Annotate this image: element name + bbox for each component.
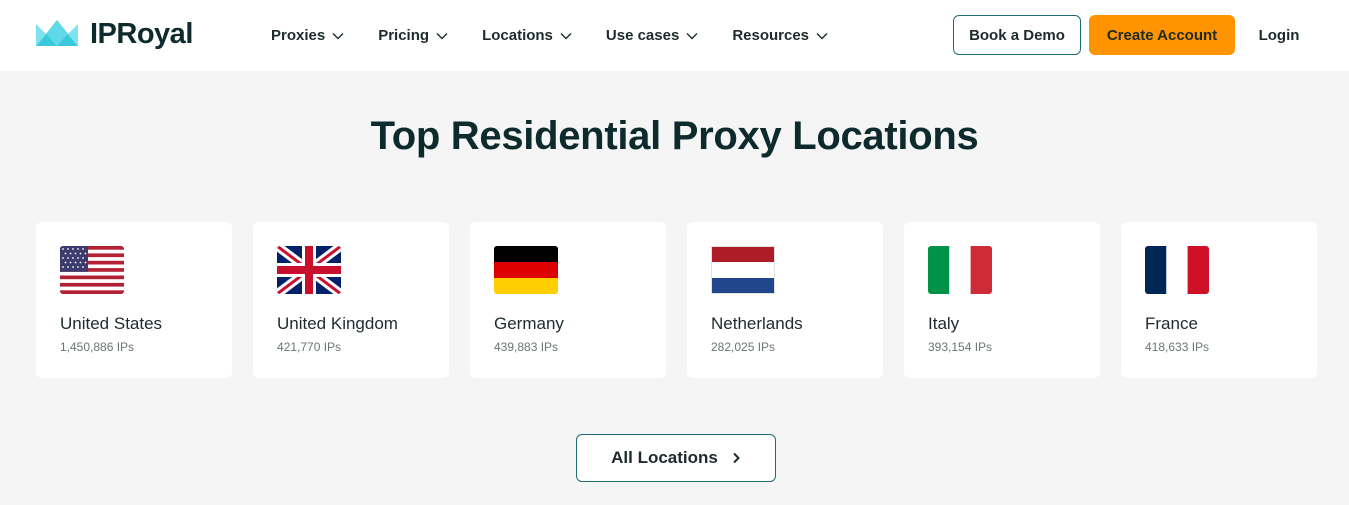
location-name: United States — [60, 314, 163, 333]
location-cards: United States 1,450,886 IPs United Kingd… — [36, 222, 1317, 378]
location-ip-count: 439,883 IPs — [494, 340, 559, 354]
france-flag-icon — [1145, 246, 1209, 294]
netherlands-flag-icon — [711, 246, 775, 294]
location-name: Germany — [494, 314, 564, 333]
chevron-right-icon — [733, 452, 740, 464]
chevron-down-icon — [332, 32, 344, 39]
germany-flag-icon — [494, 246, 558, 294]
all-locations-label: All Locations — [611, 448, 718, 467]
nav-locations[interactable]: Locations — [482, 27, 572, 44]
location-ip-count: 393,154 IPs — [928, 340, 993, 354]
nav-label: Locations — [482, 27, 553, 44]
page-title: Top Residential Proxy Locations — [370, 114, 979, 158]
nav-proxies[interactable]: Proxies — [271, 27, 344, 44]
location-card-us[interactable]: United States 1,450,886 IPs — [36, 222, 232, 378]
location-ip-count: 1,450,886 IPs — [60, 340, 135, 354]
chevron-down-icon — [816, 32, 828, 39]
chevron-down-icon — [560, 32, 572, 39]
brand-name: IPRoyal — [90, 17, 193, 50]
location-card-uk[interactable]: United Kingdom 421,770 IPs — [253, 222, 449, 378]
location-name: United Kingdom — [277, 314, 398, 333]
location-ip-count: 282,025 IPs — [711, 340, 776, 354]
nav-label: Proxies — [271, 27, 326, 44]
location-card-germany[interactable]: Germany 439,883 IPs — [470, 222, 666, 378]
us-flag-icon — [60, 246, 124, 294]
italy-flag-icon — [928, 246, 992, 294]
nav-use-cases[interactable]: Use cases — [606, 27, 698, 44]
site-header: IPRoyal Proxies Pricing Locations Use ca… — [0, 0, 1349, 71]
nav-label: Use cases — [605, 27, 680, 44]
nav-label: Resources — [732, 27, 810, 44]
chevron-down-icon — [686, 32, 698, 39]
main-nav: Proxies Pricing Locations Use cases Reso… — [271, 0, 862, 71]
login-button[interactable]: Login — [1249, 15, 1309, 55]
crown-logo-icon — [36, 20, 78, 46]
location-name: France — [1145, 314, 1198, 333]
location-ip-count: 421,770 IPs — [277, 340, 342, 354]
nav-pricing[interactable]: Pricing — [378, 27, 448, 44]
logo[interactable]: IPRoyal — [36, 17, 193, 51]
location-card-italy[interactable]: Italy 393,154 IPs — [904, 222, 1100, 378]
chevron-down-icon — [436, 32, 448, 39]
nav-label: Pricing — [378, 27, 430, 44]
book-demo-button[interactable]: Book a Demo — [953, 15, 1081, 55]
location-ip-count: 418,633 IPs — [1145, 340, 1210, 354]
location-name: Netherlands — [711, 314, 803, 333]
uk-flag-icon — [277, 246, 341, 294]
create-account-button[interactable]: Create Account — [1089, 15, 1235, 55]
all-locations-button[interactable]: All Locations — [576, 434, 776, 482]
location-card-france[interactable]: France 418,633 IPs — [1121, 222, 1317, 378]
location-card-netherlands[interactable]: Netherlands 282,025 IPs — [687, 222, 883, 378]
location-name: Italy — [928, 314, 960, 333]
nav-resources[interactable]: Resources — [732, 27, 828, 44]
